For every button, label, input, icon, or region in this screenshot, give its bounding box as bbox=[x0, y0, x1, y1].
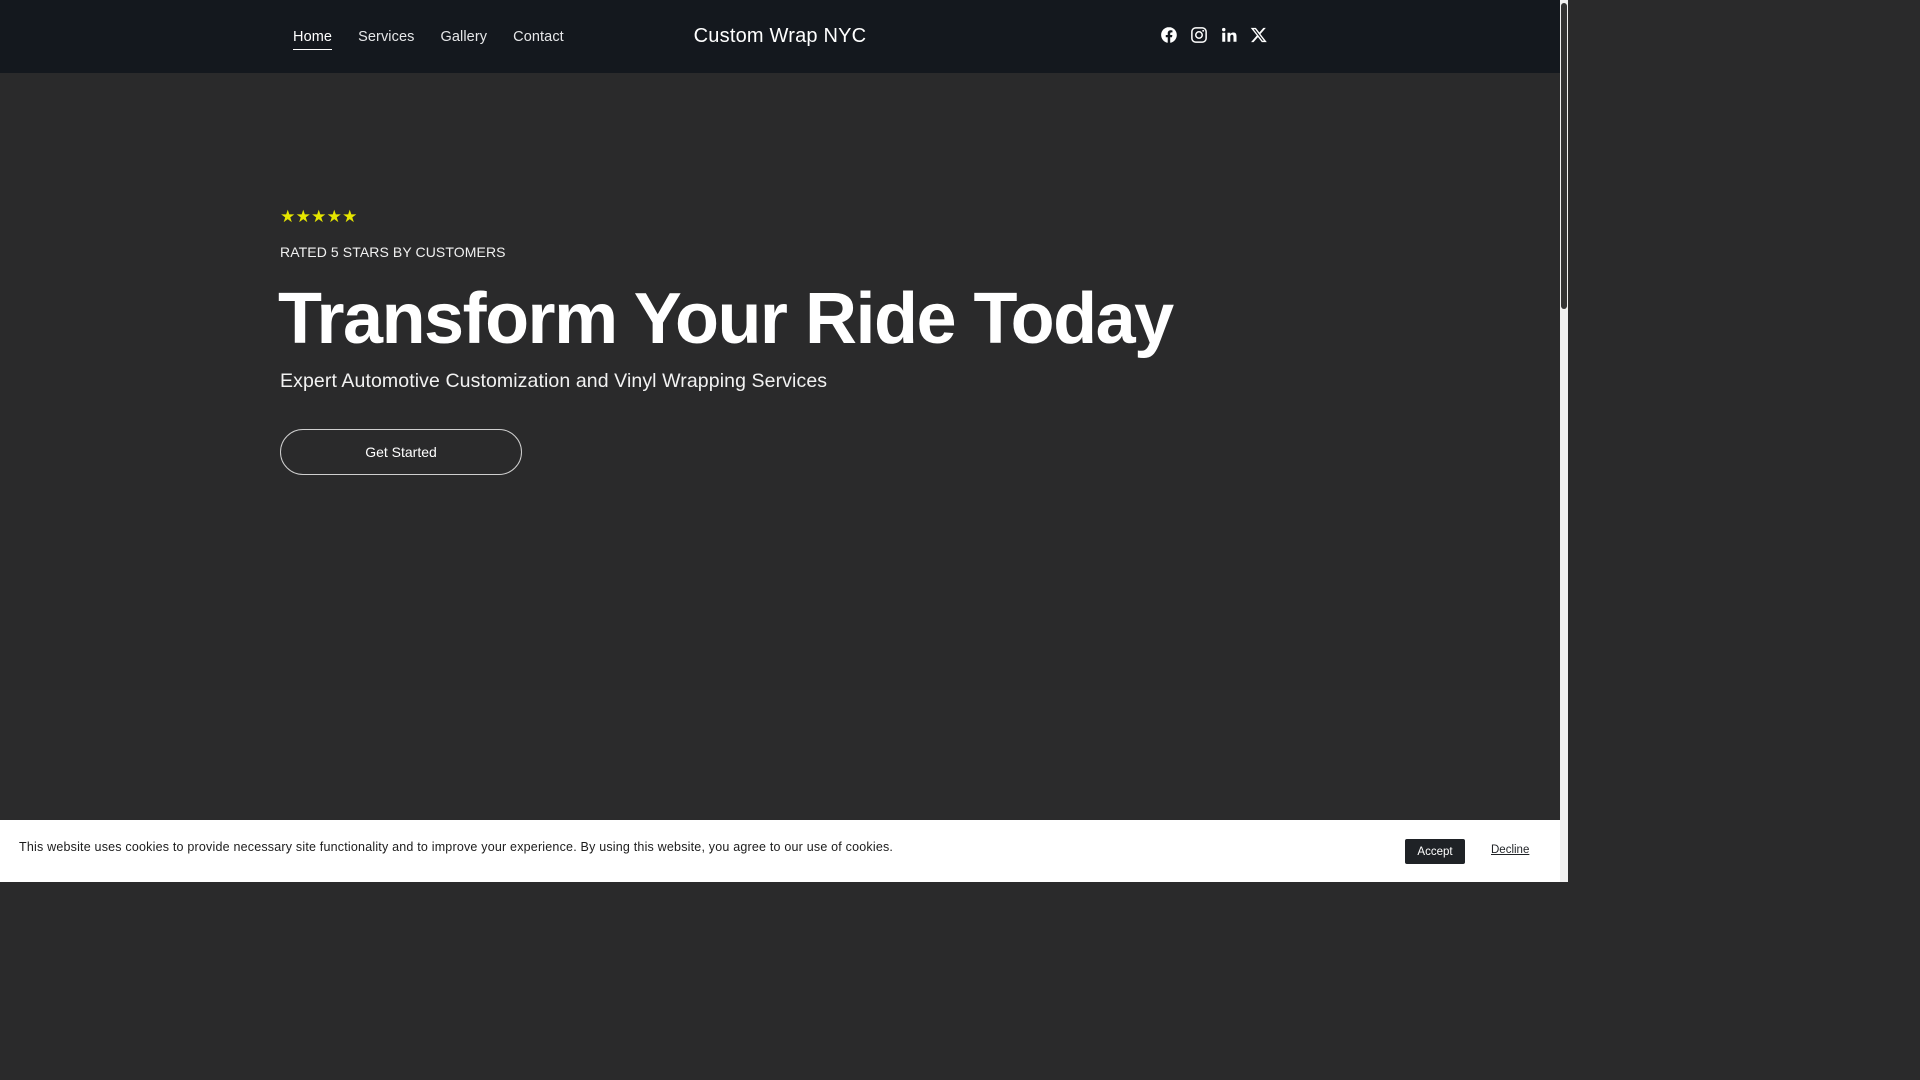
hero-section: ★ ★ ★ ★ ★ RATED 5 STARS BY CUSTOMERS Tra… bbox=[0, 73, 1560, 690]
site-brand-logo[interactable]: Custom Wrap NYC bbox=[694, 25, 867, 48]
nav-gallery-link[interactable]: Gallery bbox=[441, 25, 488, 49]
star-icon: ★ bbox=[342, 207, 358, 226]
star-icon: ★ bbox=[326, 207, 342, 226]
scrollbar-thumb[interactable] bbox=[1561, 3, 1567, 309]
star-icon: ★ bbox=[295, 207, 311, 226]
rating-text: RATED 5 STARS BY CUSTOMERS bbox=[280, 244, 506, 260]
next-section bbox=[0, 690, 1560, 820]
star-icon: ★ bbox=[311, 207, 327, 226]
get-started-button[interactable]: Get Started bbox=[280, 429, 522, 475]
nav-contact-link[interactable]: Contact bbox=[513, 25, 564, 49]
nav-services-link[interactable]: Services bbox=[358, 25, 414, 49]
decline-cookies-link[interactable]: Decline bbox=[1491, 844, 1529, 856]
rating-stars: ★ ★ ★ ★ ★ bbox=[280, 208, 358, 225]
hero-subheadline: Expert Automotive Customization and Viny… bbox=[280, 370, 828, 392]
social-links bbox=[1160, 26, 1268, 44]
facebook-icon[interactable] bbox=[1160, 26, 1178, 44]
accept-cookies-button[interactable]: Accept bbox=[1405, 839, 1465, 864]
site-header: Home Services Gallery Contact Custom Wra… bbox=[0, 0, 1560, 73]
page-scrollbar[interactable] bbox=[1560, 0, 1568, 882]
x-twitter-icon[interactable] bbox=[1250, 26, 1268, 44]
hero-headline: Transform Your Ride Today bbox=[278, 279, 1174, 359]
star-icon: ★ bbox=[280, 207, 296, 226]
brand-container: Custom Wrap NYC bbox=[0, 0, 1560, 73]
nav-home-link[interactable]: Home bbox=[293, 25, 333, 50]
cookie-notice-text: This website uses cookies to provide nec… bbox=[19, 840, 894, 854]
cookie-banner: This website uses cookies to provide nec… bbox=[0, 820, 1560, 882]
main-nav: Home Services Gallery Contact bbox=[293, 0, 564, 73]
linkedin-icon[interactable] bbox=[1220, 26, 1238, 44]
instagram-icon[interactable] bbox=[1190, 26, 1208, 44]
